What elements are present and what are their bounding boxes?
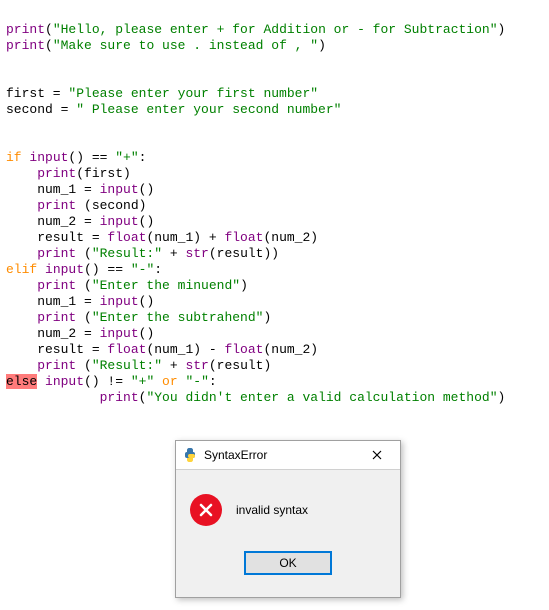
print-call: print (6, 278, 76, 293)
string-literal: "Enter the minuend" (92, 278, 240, 293)
assignment: second = (6, 102, 76, 117)
print-call: print (6, 390, 139, 405)
keyword-or: or (154, 374, 185, 389)
string-literal: " Please enter your second number" (76, 102, 341, 117)
input-call: input (100, 214, 139, 229)
string-literal: "+" (131, 374, 154, 389)
dialog-title: SyntaxError (204, 447, 360, 463)
keyword-if: if (6, 150, 22, 165)
string-literal: "Hello, please enter + for Addition or -… (53, 22, 498, 37)
input-call: input (100, 182, 139, 197)
input-call: input (22, 150, 69, 165)
print-call: print (6, 198, 76, 213)
dialog-message: invalid syntax (236, 502, 308, 518)
input-call: input (100, 326, 139, 341)
float-call: float (107, 230, 146, 245)
syntax-error-dialog: SyntaxError invalid syntax OK (175, 440, 401, 598)
str-call: str (185, 246, 208, 261)
print-call: print (6, 310, 76, 325)
string-literal: "-" (185, 374, 208, 389)
print-call: print (6, 358, 76, 373)
print-call: print (6, 22, 45, 37)
code-editor: print("Hello, please enter + for Additio… (0, 0, 549, 412)
string-literal: "You didn't enter a valid calculation me… (146, 390, 497, 405)
float-call: float (224, 342, 263, 357)
dialog-footer: OK (176, 540, 400, 586)
input-call: input (37, 262, 84, 277)
keyword-else-error-highlight: else (6, 374, 37, 389)
keyword-elif: elif (6, 262, 37, 277)
string-literal: "Enter the subtrahend" (92, 310, 264, 325)
input-call: input (37, 374, 84, 389)
float-call: float (107, 342, 146, 357)
string-literal: "Result:" (92, 246, 162, 261)
ok-button[interactable]: OK (245, 552, 331, 574)
print-call: print (6, 246, 76, 261)
string-literal: "Result:" (92, 358, 162, 373)
print-call: print (6, 166, 76, 181)
assignment: first = (6, 86, 68, 101)
string-literal: "Please enter your first number" (68, 86, 318, 101)
dialog-titlebar[interactable]: SyntaxError (176, 441, 400, 470)
float-call: float (224, 230, 263, 245)
string-literal: "-" (131, 262, 154, 277)
dialog-body: invalid syntax (176, 470, 400, 540)
string-literal: "Make sure to use . instead of , " (53, 38, 318, 53)
error-icon (190, 494, 222, 526)
print-call: print (6, 38, 45, 53)
input-call: input (100, 294, 139, 309)
close-button[interactable] (360, 441, 394, 469)
python-icon (182, 447, 198, 463)
str-call: str (185, 358, 208, 373)
string-literal: "+" (115, 150, 138, 165)
